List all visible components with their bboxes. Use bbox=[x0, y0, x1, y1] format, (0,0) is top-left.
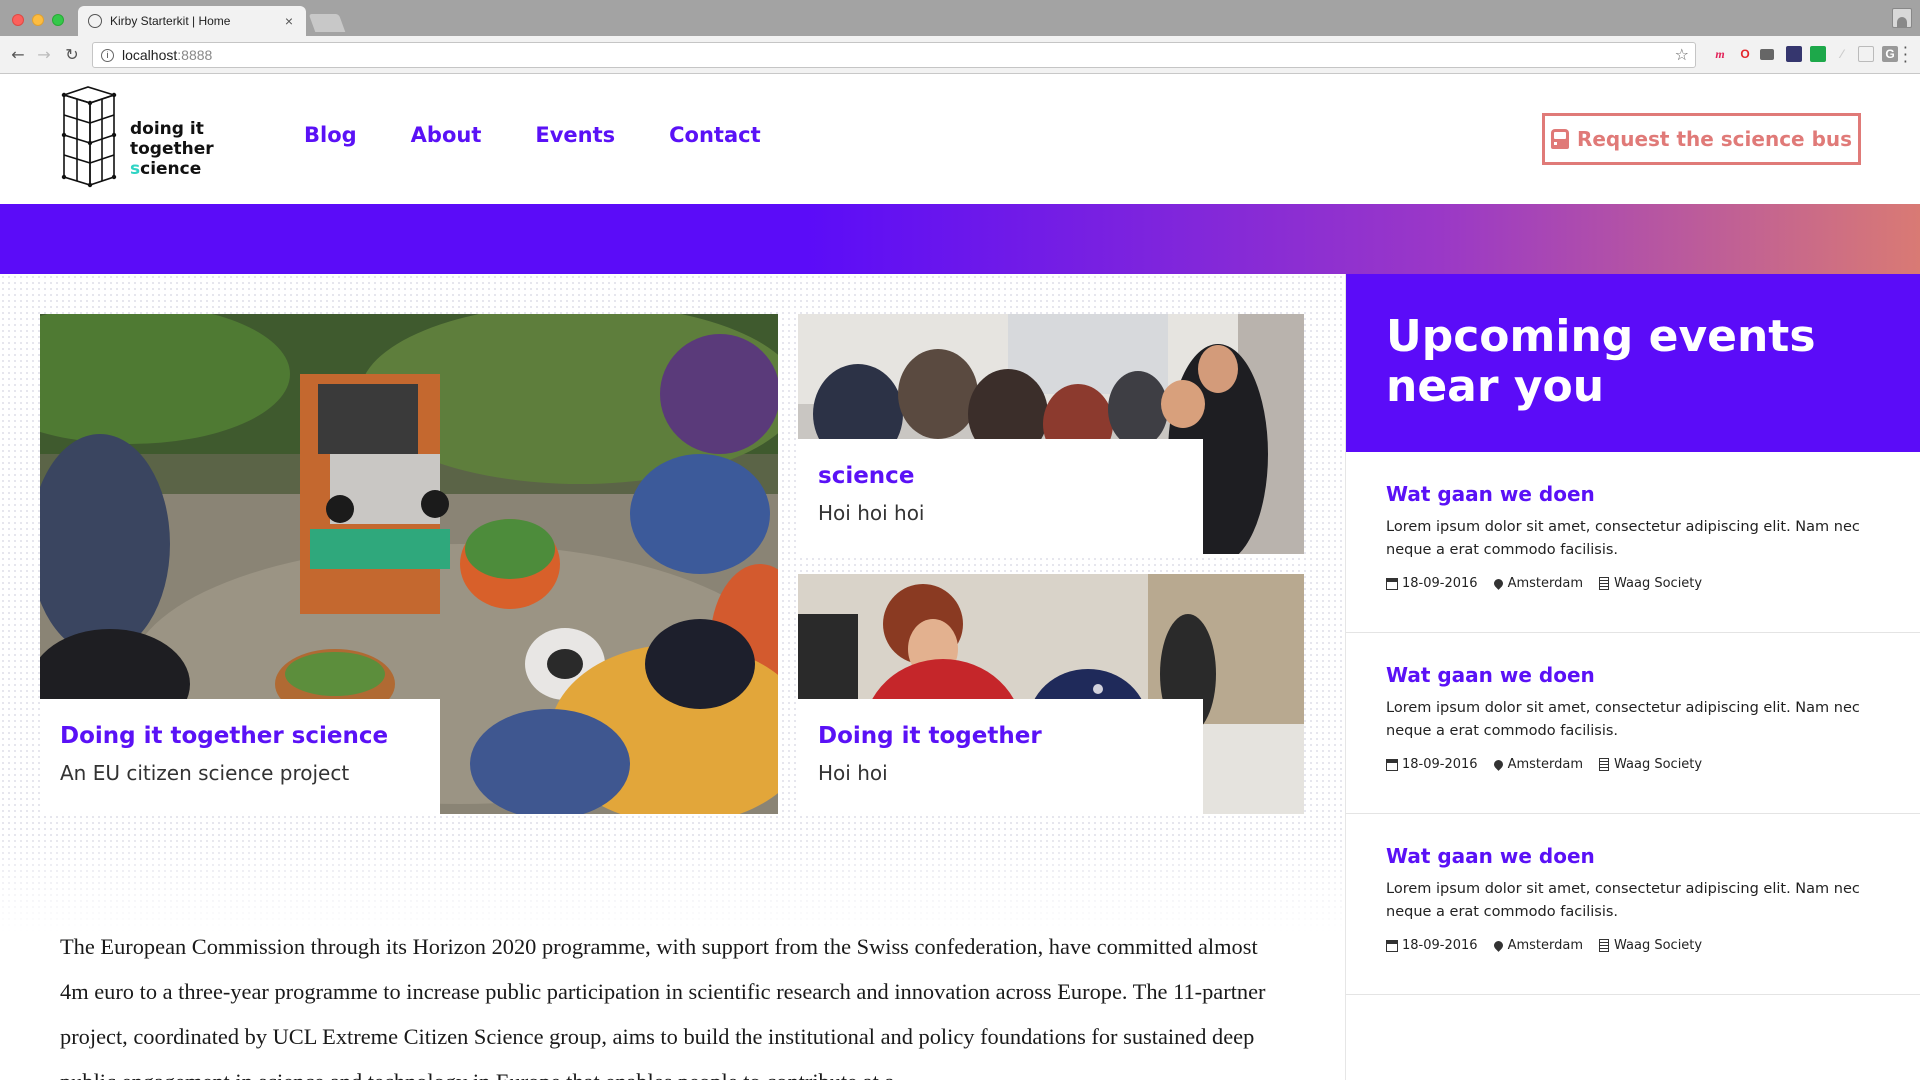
card-subtitle: An EU citizen science project bbox=[60, 761, 350, 785]
event-date: 18-09-2016 bbox=[1402, 938, 1478, 953]
profile-icon[interactable] bbox=[1892, 8, 1912, 28]
logo-line-1: doing it bbox=[130, 119, 204, 139]
calendar-icon bbox=[1386, 939, 1398, 952]
url-port: :8888 bbox=[177, 47, 213, 63]
main-nav: Blog About Events Contact bbox=[304, 123, 815, 147]
logo-line-3: science bbox=[130, 159, 214, 179]
minimize-window-button[interactable] bbox=[32, 14, 44, 26]
featured-card-main[interactable]: Doing it together science An EU citizen … bbox=[40, 314, 778, 814]
event-location: Amsterdam bbox=[1507, 757, 1583, 772]
event-meta: 18-09-2016 Amsterdam Waag Society bbox=[1386, 757, 1881, 772]
building-icon bbox=[1599, 577, 1609, 590]
info-icon[interactable]: i bbox=[101, 48, 114, 62]
browser-tab-active[interactable]: Kirby Starterkit | Home × bbox=[78, 6, 306, 36]
map-pin-icon bbox=[1491, 577, 1505, 590]
extension-opera-icon[interactable]: O bbox=[1737, 46, 1753, 62]
back-arrow-icon[interactable]: ← bbox=[8, 45, 28, 65]
card-title[interactable]: Doing it together science bbox=[60, 723, 420, 749]
event-description: Lorem ipsum dolor sit amet, consectetur … bbox=[1386, 700, 1860, 739]
sidebar-header: Upcoming events near you bbox=[1346, 274, 1920, 452]
favicon-icon bbox=[88, 14, 102, 28]
logo-wordmark: doing it together science bbox=[130, 119, 214, 179]
event-title[interactable]: Wat gaan we doen bbox=[1386, 482, 1881, 506]
logo-cube-icon bbox=[61, 86, 117, 188]
event-item[interactable]: Wat gaan we doen Lorem ipsum dolor sit a… bbox=[1346, 633, 1920, 814]
nav-about[interactable]: About bbox=[411, 123, 482, 147]
request-science-bus-button[interactable]: Request the science bus bbox=[1542, 113, 1861, 165]
event-description: Lorem ipsum dolor sit amet, consectetur … bbox=[1386, 881, 1860, 920]
event-item[interactable]: Wat gaan we doen Lorem ipsum dolor sit a… bbox=[1346, 814, 1920, 995]
featured-card-science[interactable]: science Hoi hoi hoi bbox=[798, 314, 1304, 554]
event-location: Amsterdam bbox=[1507, 576, 1583, 591]
map-pin-icon bbox=[1491, 939, 1505, 952]
calendar-icon bbox=[1386, 577, 1398, 590]
event-meta: 18-09-2016 Amsterdam Waag Society bbox=[1386, 576, 1881, 591]
card-caption: Doing it together Hoi hoi bbox=[798, 699, 1203, 814]
print-icon[interactable] bbox=[1760, 49, 1774, 60]
event-description: Lorem ipsum dolor sit amet, consectetur … bbox=[1386, 519, 1860, 558]
event-date: 18-09-2016 bbox=[1402, 757, 1478, 772]
events-sidebar: Upcoming events near you Wat gaan we doe… bbox=[1345, 274, 1920, 1080]
event-venue: Waag Society bbox=[1614, 938, 1703, 953]
card-title[interactable]: science bbox=[818, 463, 1183, 489]
nav-contact[interactable]: Contact bbox=[669, 123, 761, 147]
card-title[interactable]: Doing it together bbox=[818, 723, 1183, 749]
bookmark-star-icon[interactable]: ☆ bbox=[1675, 45, 1689, 64]
web-page: doing it together science Blog About Eve… bbox=[0, 75, 1920, 1080]
close-window-button[interactable] bbox=[12, 14, 24, 26]
request-science-bus-label: Request the science bus bbox=[1576, 127, 1853, 151]
logo-accent-letter: s bbox=[130, 159, 141, 179]
building-icon bbox=[1599, 939, 1609, 952]
extension-g-icon[interactable]: G bbox=[1882, 46, 1898, 62]
event-location: Amsterdam bbox=[1507, 938, 1583, 953]
browser-tab-bar: Kirby Starterkit | Home × bbox=[0, 0, 1920, 36]
event-meta: 18-09-2016 Amsterdam Waag Society bbox=[1386, 938, 1881, 953]
calendar-icon bbox=[1386, 758, 1398, 771]
maximize-window-button[interactable] bbox=[52, 14, 64, 26]
forward-arrow-icon[interactable]: → bbox=[34, 45, 54, 65]
grid-icon[interactable] bbox=[1858, 46, 1874, 62]
card-subtitle: Hoi hoi bbox=[818, 761, 888, 785]
extension-m-icon[interactable]: m bbox=[1712, 46, 1728, 62]
nav-blog[interactable]: Blog bbox=[304, 123, 357, 147]
nav-events[interactable]: Events bbox=[535, 123, 615, 147]
reader-icon[interactable] bbox=[1786, 46, 1802, 62]
logo-line-2: together bbox=[130, 139, 214, 159]
new-tab-button[interactable] bbox=[308, 14, 346, 32]
reload-icon[interactable]: ↻ bbox=[62, 45, 82, 65]
browser-menu-icon[interactable]: · · · bbox=[1903, 40, 1908, 70]
event-title[interactable]: Wat gaan we doen bbox=[1386, 663, 1881, 687]
card-subtitle: Hoi hoi hoi bbox=[818, 501, 925, 525]
card-caption: science Hoi hoi hoi bbox=[798, 439, 1203, 554]
event-date: 18-09-2016 bbox=[1402, 576, 1478, 591]
main-content: Doing it together science An EU citizen … bbox=[0, 274, 1345, 1080]
card-caption: Doing it together science An EU citizen … bbox=[40, 699, 440, 814]
bus-icon bbox=[1550, 129, 1572, 149]
event-item[interactable]: Wat gaan we doen Lorem ipsum dolor sit a… bbox=[1346, 452, 1920, 633]
featured-card-doing-it-together[interactable]: Doing it together Hoi hoi bbox=[798, 574, 1304, 814]
hero-gradient-band bbox=[0, 204, 1920, 274]
tab-close-icon[interactable]: × bbox=[282, 13, 296, 29]
event-title[interactable]: Wat gaan we doen bbox=[1386, 844, 1881, 868]
intro-paragraph: The European Commission through its Hori… bbox=[60, 934, 1266, 1080]
tab-title: Kirby Starterkit | Home bbox=[110, 14, 231, 28]
address-bar[interactable]: i localhost:8888 ☆ bbox=[92, 42, 1696, 68]
sidebar-title: Upcoming events near you bbox=[1386, 311, 1816, 412]
event-venue: Waag Society bbox=[1614, 576, 1703, 591]
feather-icon[interactable]: ⁄ bbox=[1834, 46, 1850, 62]
shield-icon[interactable] bbox=[1810, 46, 1826, 62]
site-logo[interactable]: doing it together science bbox=[58, 85, 238, 191]
url-host: localhost bbox=[122, 47, 178, 63]
site-header: doing it together science Blog About Eve… bbox=[0, 75, 1920, 204]
event-venue: Waag Society bbox=[1614, 757, 1703, 772]
map-pin-icon bbox=[1491, 758, 1505, 771]
browser-toolbar: ← → ↻ i localhost:8888 ☆ m O ⁄ G · · · bbox=[0, 36, 1920, 74]
building-icon bbox=[1599, 758, 1609, 771]
logo-line-3-rest: cience bbox=[140, 159, 202, 179]
